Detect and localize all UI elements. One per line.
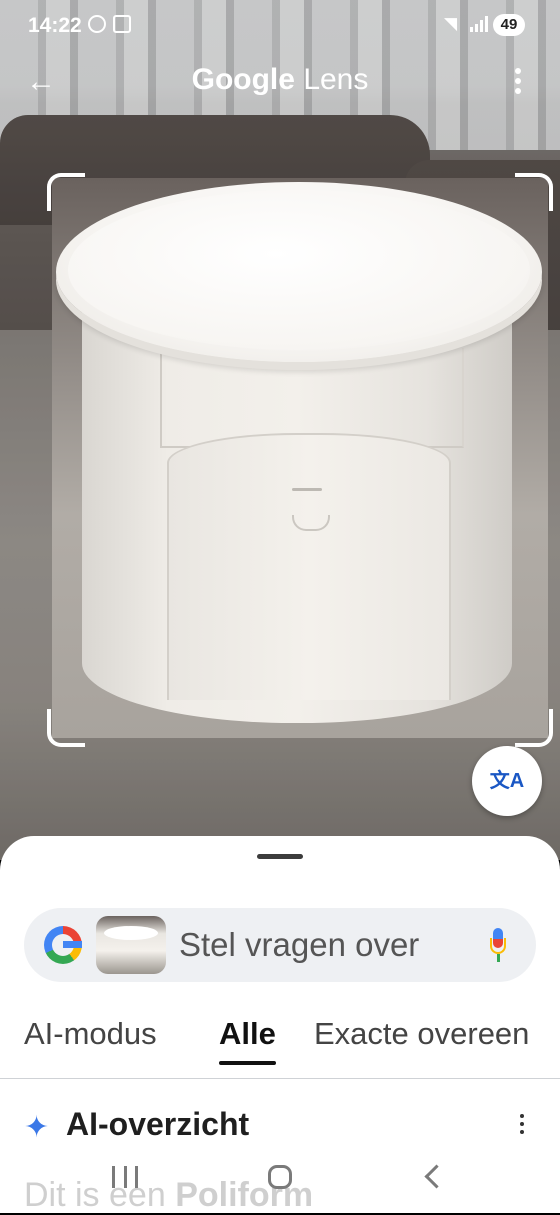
translate-icon[interactable]: 文A: [472, 746, 542, 816]
more-vertical-icon[interactable]: [506, 68, 530, 98]
back-icon[interactable]: [424, 1164, 449, 1189]
crop-handle-bottom-left[interactable]: [47, 709, 85, 747]
crop-handle-top-right[interactable]: [515, 173, 553, 211]
crop-handle-bottom-right[interactable]: [515, 709, 553, 747]
home-icon[interactable]: [268, 1165, 292, 1189]
ai-overview-more-icon[interactable]: [518, 1114, 526, 1138]
lens-image[interactable]: [0, 0, 560, 860]
ai-overview-title: AI-overzicht: [66, 1106, 250, 1142]
result-tabs: AI-modus Alle Exacte overeen: [0, 1016, 560, 1080]
tab-exacte-overeenkomsten[interactable]: Exacte overeen: [314, 1016, 529, 1052]
app-title: Google Lens: [0, 63, 560, 97]
recent-apps-icon[interactable]: [112, 1166, 138, 1188]
sync-icon: [88, 15, 106, 33]
screenshot-icon: [113, 15, 131, 33]
sheet-drag-handle[interactable]: [257, 854, 303, 859]
search-bar[interactable]: Stel vragen over: [24, 908, 536, 982]
wifi-icon: ◥: [444, 14, 458, 33]
system-nav-bar: [0, 1150, 560, 1210]
nightstand-door: [167, 433, 451, 700]
signal-icon: [470, 16, 488, 32]
title-lens: Lens: [303, 63, 369, 96]
selection-region[interactable]: [52, 178, 548, 738]
crop-handle-top-left[interactable]: [47, 173, 85, 211]
microphone-icon[interactable]: [490, 928, 506, 964]
title-google: Google: [191, 63, 295, 96]
nightstand-top: [56, 182, 542, 362]
battery-badge: 49: [493, 14, 525, 36]
tab-ai-modus[interactable]: AI-modus: [24, 1016, 157, 1052]
search-input[interactable]: Stel vragen over: [179, 926, 419, 964]
status-time: 14:22: [28, 14, 82, 37]
image-thumbnail[interactable]: [96, 916, 166, 974]
status-bar: 14:22 ◥ 49: [0, 0, 560, 52]
ai-overview-header: ✦ AI-overzicht: [24, 1104, 544, 1148]
tab-alle[interactable]: Alle: [219, 1016, 276, 1065]
sparkle-icon: ✦: [24, 1111, 50, 1144]
tabs-divider: [0, 1078, 560, 1079]
